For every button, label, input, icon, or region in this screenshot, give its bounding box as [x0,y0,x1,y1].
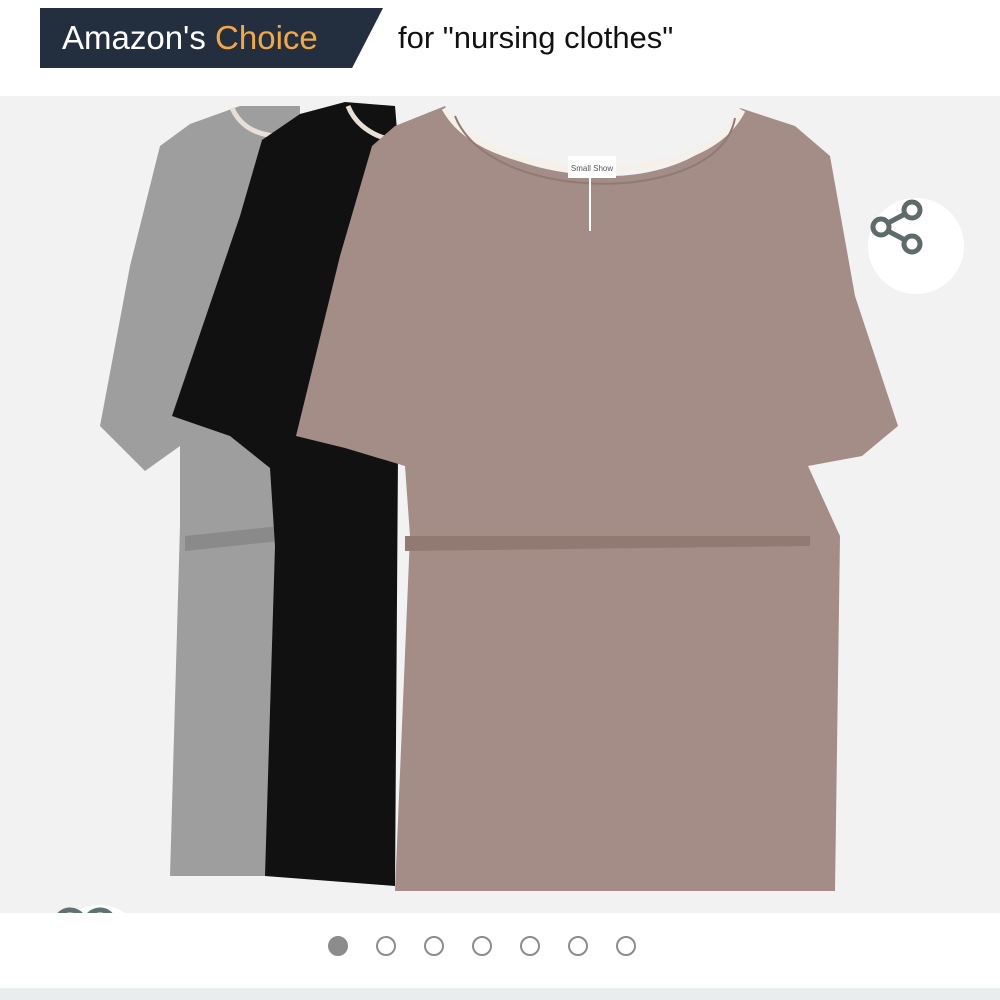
pagination-dot-4[interactable] [472,936,492,956]
badge-choice-label: Choice [215,19,318,56]
pagination-dot-7[interactable] [616,936,636,956]
amazons-choice-row: Amazon's Choice for "nursing clothes" [0,0,1000,96]
carousel-pagination [0,913,1000,988]
section-divider [0,988,1000,1000]
product-image-carousel[interactable]: Small Show [0,96,1000,913]
clothing-tag-text: Small Show [571,164,613,173]
pagination-dot-1[interactable] [328,936,348,956]
share-button[interactable] [868,198,964,294]
amazons-choice-badge[interactable]: Amazon's Choice [40,8,383,68]
product-page: Amazon's Choice for "nursing clothes" Sm… [0,0,1000,1000]
pagination-dots [328,936,636,956]
pagination-dot-6[interactable] [568,936,588,956]
pagination-dot-3[interactable] [424,936,444,956]
product-photo: Small Show [100,102,898,891]
badge-brand-label: Amazon's [62,19,206,56]
pagination-dot-2[interactable] [376,936,396,956]
pagination-dot-5[interactable] [520,936,540,956]
badge-query-text: for "nursing clothes" [398,20,674,55]
